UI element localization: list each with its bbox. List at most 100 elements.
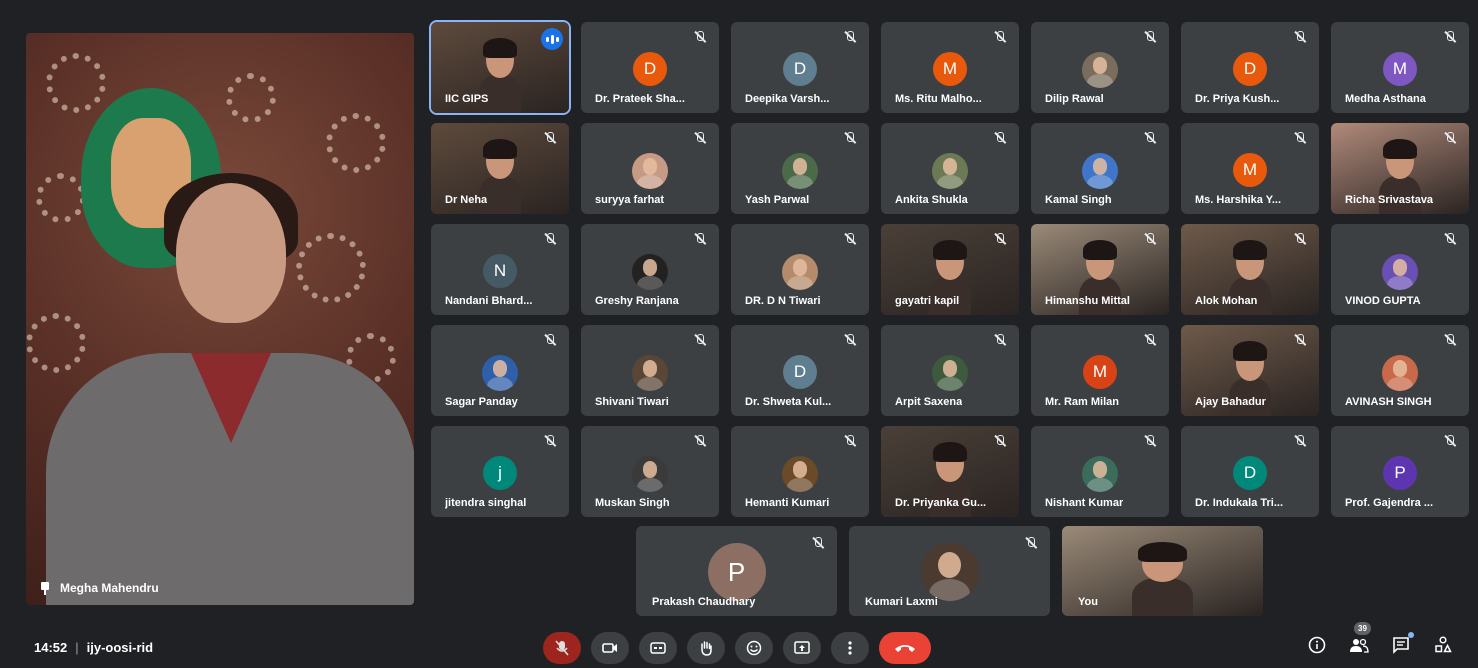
raise-hand-icon[interactable] xyxy=(687,632,725,664)
mic-muted-icon xyxy=(543,232,557,246)
avatar xyxy=(632,456,668,492)
participant-name: Kamal Singh xyxy=(1045,194,1112,206)
participant-name: jitendra singhal xyxy=(445,497,527,509)
participant-tile-medha-asthana[interactable]: M Medha Asthana xyxy=(1331,22,1469,113)
pin-icon[interactable] xyxy=(40,582,50,595)
mic-muted-icon xyxy=(1443,30,1457,44)
participant-name: Richa Srivastava xyxy=(1345,194,1434,206)
avatar: P xyxy=(1383,456,1417,490)
participant-tile-kumari-laxmi[interactable]: Kumari Laxmi xyxy=(849,526,1050,616)
participant-tile-ms-harshika-y[interactable]: M Ms. Harshika Y... xyxy=(1181,123,1319,214)
participant-tile-dr-d-n-tiwari[interactable]: DR. D N Tiwari xyxy=(731,224,869,315)
info-icon[interactable] xyxy=(1306,634,1328,656)
participant-tile-gayatri-kapil[interactable]: gayatri kapil xyxy=(881,224,1019,315)
participant-tile-richa-srivastava[interactable]: Richa Srivastava xyxy=(1331,123,1469,214)
participant-tile-yash-parwal[interactable]: Yash Parwal xyxy=(731,123,869,214)
speaking-indicator-icon xyxy=(541,28,563,50)
chat-icon[interactable] xyxy=(1390,632,1414,656)
avatar xyxy=(932,355,968,391)
wallpaper-pattern xyxy=(46,53,106,113)
participant-tile-dr-priyanka-gu[interactable]: Dr. Priyanka Gu... xyxy=(881,426,1019,517)
participant-name: VINOD GUPTA xyxy=(1345,295,1421,307)
participant-tile-himanshu-mittal[interactable]: Himanshu Mittal xyxy=(1031,224,1169,315)
present-icon[interactable] xyxy=(783,632,821,664)
participant-name: Alok Mohan xyxy=(1195,295,1258,307)
participant-tile-shivani-tiwari[interactable]: Shivani Tiwari xyxy=(581,325,719,416)
camera-icon[interactable] xyxy=(591,632,629,664)
participant-tile-vinod-gupta[interactable]: VINOD GUPTA xyxy=(1331,224,1469,315)
participant-name: Kumari Laxmi xyxy=(865,596,938,608)
wallpaper-pattern xyxy=(26,313,86,373)
avatar xyxy=(932,153,968,189)
avatar xyxy=(1382,355,1418,391)
participant-name: Nishant Kumar xyxy=(1045,497,1124,509)
participant-tile-dr-prateek-sha[interactable]: D Dr. Prateek Sha... xyxy=(581,22,719,113)
participant-tile-dr-indukala-tri[interactable]: D Dr. Indukala Tri... xyxy=(1181,426,1319,517)
participant-name: Nandani Bhard... xyxy=(445,295,533,307)
participant-tile-hemanti-kumari[interactable]: Hemanti Kumari xyxy=(731,426,869,517)
participant-tile-sagar-panday[interactable]: Sagar Panday xyxy=(431,325,569,416)
mic-muted-icon xyxy=(843,333,857,347)
participant-row: Dr Neha suryya farhat Yash Parwal Ankita Sh… xyxy=(431,123,1469,214)
meet-stage: Megha Mahendru IIC GIPS D Dr. Prateek Sha.… xyxy=(0,0,1478,668)
participant-tile-ankita-shukla[interactable]: Ankita Shukla xyxy=(881,123,1019,214)
mic-muted-icon xyxy=(811,536,825,550)
participant-tile-iic-gips[interactable]: IIC GIPS xyxy=(429,20,571,115)
participant-tile-prakash-chaudhary[interactable]: P Prakash Chaudhary xyxy=(636,526,837,616)
participant-tile-ms-ritu-malho[interactable]: M Ms. Ritu Malho... xyxy=(881,22,1019,113)
avatar: D xyxy=(1233,52,1267,86)
mic-muted-icon xyxy=(843,131,857,145)
participant-tile-ajay-bahadur[interactable]: Ajay Bahadur xyxy=(1181,325,1319,416)
emoji-icon[interactable] xyxy=(735,632,773,664)
participant-tile-nandani-bhard[interactable]: N Nandani Bhard... xyxy=(431,224,569,315)
mic-off-icon[interactable] xyxy=(543,632,581,664)
participant-name: Hemanti Kumari xyxy=(745,497,830,509)
mic-muted-icon xyxy=(1443,131,1457,145)
participant-tile-dilip-rawal[interactable]: Dilip Rawal xyxy=(1031,22,1169,113)
participant-tile-jitendra-singhal[interactable]: j jitendra singhal xyxy=(431,426,569,517)
captions-icon[interactable] xyxy=(639,632,677,664)
wallpaper-pattern xyxy=(326,113,386,173)
participant-name: Muskan Singh xyxy=(595,497,670,509)
participant-tile-kamal-singh[interactable]: Kamal Singh xyxy=(1031,123,1169,214)
avatar: M xyxy=(1383,52,1417,86)
mic-muted-icon xyxy=(843,434,857,448)
participant-row: Sagar Panday Shivani Tiwari D Dr. Shweta Ku… xyxy=(431,325,1469,416)
participant-tile-muskan-singh[interactable]: Muskan Singh xyxy=(581,426,719,517)
people-icon[interactable]: 39 xyxy=(1348,622,1371,656)
participant-name: Arpit Saxena xyxy=(895,396,963,408)
participant-tile-you[interactable]: You xyxy=(1062,526,1263,616)
participant-tile-suryya-farhat[interactable]: suryya farhat xyxy=(581,123,719,214)
participant-tile-dr-shweta-kul[interactable]: D Dr. Shweta Kul... xyxy=(731,325,869,416)
more-icon[interactable] xyxy=(831,632,869,664)
participant-tile-dr-neha[interactable]: Dr Neha xyxy=(431,123,569,214)
participant-row: IIC GIPS D Dr. Prateek Sha... D Deepika Vars… xyxy=(429,20,1469,115)
participant-tile-alok-mohan[interactable]: Alok Mohan xyxy=(1181,224,1319,315)
avatar xyxy=(1082,456,1118,492)
mic-muted-icon xyxy=(1143,232,1157,246)
participant-tile-dr-priya-kush[interactable]: D Dr. Priya Kush... xyxy=(1181,22,1319,113)
speaker-name-label: Megha Mahendru xyxy=(40,581,159,595)
participant-name: Ms. Harshika Y... xyxy=(1195,194,1282,206)
participant-bottom-row: P Prakash Chaudhary Kumari Laxmi You xyxy=(636,526,1263,616)
avatar xyxy=(1082,52,1118,88)
hangup-icon[interactable] xyxy=(879,632,931,664)
participant-tile-greshy-ranjana[interactable]: Greshy Ranjana xyxy=(581,224,719,315)
wallpaper-pattern xyxy=(36,173,86,223)
participant-tile-mr-ram-milan[interactable]: M Mr. Ram Milan xyxy=(1031,325,1169,416)
participant-tile-nishant-kumar[interactable]: Nishant Kumar xyxy=(1031,426,1169,517)
activities-icon[interactable] xyxy=(1432,634,1454,656)
mic-muted-icon xyxy=(1293,434,1307,448)
participant-name: Dr. Priya Kush... xyxy=(1195,93,1280,105)
mic-muted-icon xyxy=(1293,232,1307,246)
participant-tile-deepika-varsh[interactable]: D Deepika Varsh... xyxy=(731,22,869,113)
participant-name: Prof. Gajendra ... xyxy=(1345,497,1434,509)
participant-tile-arpit-saxena[interactable]: Arpit Saxena xyxy=(881,325,1019,416)
participant-tile-avinash-singh[interactable]: AVINASH SINGH xyxy=(1331,325,1469,416)
mic-muted-icon xyxy=(993,333,1007,347)
mic-muted-icon xyxy=(693,30,707,44)
speaker-tile[interactable]: Megha Mahendru xyxy=(26,33,414,605)
mic-muted-icon xyxy=(1143,131,1157,145)
participant-name: Dr. Prateek Sha... xyxy=(595,93,685,105)
participant-tile-prof-gajendra[interactable]: P Prof. Gajendra ... xyxy=(1331,426,1469,517)
